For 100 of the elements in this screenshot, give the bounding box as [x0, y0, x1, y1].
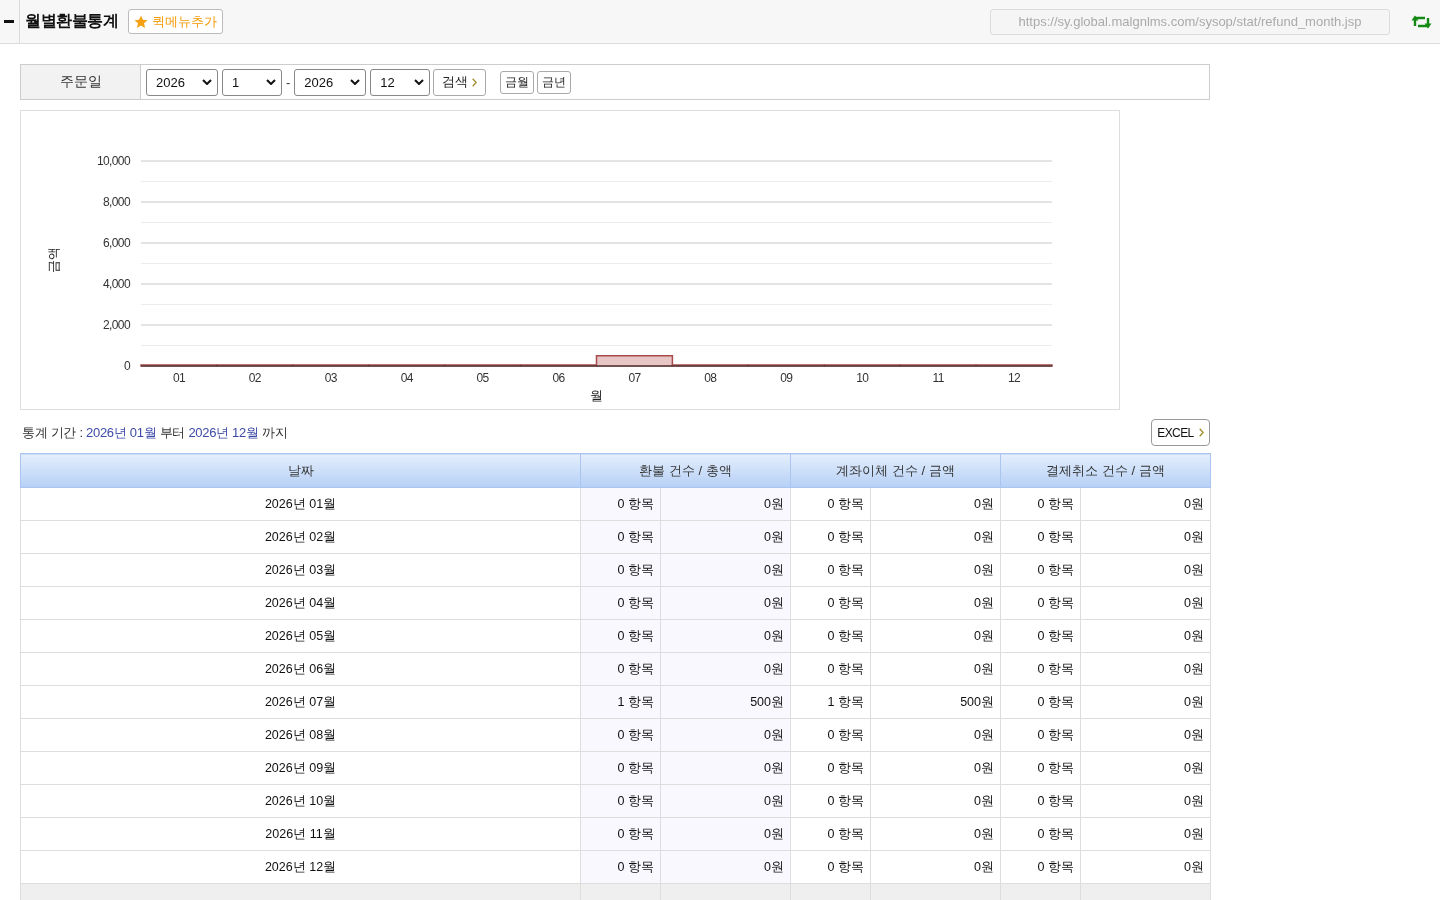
y-tick-label: 0 [123, 359, 130, 373]
table-cell: 0 항목 [580, 784, 661, 818]
table-cell: 0 항목 [790, 817, 871, 851]
table-cell: 0 항목 [790, 520, 871, 554]
table-cell: 2026년 01월 [20, 487, 581, 521]
table-cell: 0원 [660, 553, 791, 587]
order-date-label: 주문일 [21, 65, 141, 99]
table-cell: 1 항목 [790, 685, 871, 719]
table-cell: 0원 [660, 817, 791, 851]
table-cell: 0 항목 [1000, 487, 1081, 521]
table-cell: 0 항목 [1000, 619, 1081, 653]
table-cell: 500원 [870, 685, 1001, 719]
table-cell: 0 항목 [580, 487, 661, 521]
table-cell: 0 항목 [790, 718, 871, 752]
table-cell: 0 항목 [790, 652, 871, 686]
x-tick-label: 11 [932, 371, 944, 385]
x-tick-label: 08 [704, 371, 717, 385]
table-cell: 0 항목 [580, 817, 661, 851]
table-cell: 500원 [660, 685, 791, 719]
table-cell: 0 항목 [580, 586, 661, 620]
table-cell: 0 항목 [1000, 685, 1081, 719]
table-cell: 0원 [1080, 520, 1211, 554]
x-tick-label: 12 [1007, 371, 1021, 385]
table-cell: 0원 [870, 718, 1001, 752]
table-cell: 0 항목 [790, 619, 871, 653]
x-tick-label: 03 [324, 371, 337, 385]
table-cell: 0원 [1080, 817, 1211, 851]
table-cell: 0원 [660, 520, 791, 554]
table-cell: 0 항목 [790, 784, 871, 818]
table-cell: 0원 [870, 586, 1001, 620]
table-cell: 0 항목 [1000, 553, 1081, 587]
table-cell: 2026년 09월 [20, 751, 581, 785]
table-cell: 0 항목 [580, 553, 661, 587]
x-axis-title: 월 [590, 388, 603, 403]
x-tick-label: 07 [628, 371, 641, 385]
y-tick-label: 8,000 [102, 195, 130, 209]
table-cell: 0원 [660, 586, 791, 620]
table-cell: 0원 [660, 619, 791, 653]
table-cell: 0원 [660, 718, 791, 752]
table-cell: 0 항목 [1000, 817, 1081, 851]
x-tick-label: 04 [400, 371, 413, 385]
x-tick-label: 02 [248, 371, 261, 385]
x-tick-label: 06 [552, 371, 565, 385]
table-cell: 0원 [1080, 751, 1211, 785]
table-cell: 0 항목 [1000, 751, 1081, 785]
table-cell: 0원 [870, 487, 1001, 521]
x-tick-label: 05 [476, 371, 489, 385]
y-tick-label: 6,000 [102, 236, 130, 250]
table-cell: 0원 [870, 652, 1001, 686]
table-cell: 0 항목 [790, 487, 871, 521]
table-cell: 2026년 05월 [20, 619, 581, 653]
y-tick-label: 4,000 [102, 277, 130, 291]
table-cell: 0 항목 [1000, 784, 1081, 818]
table-cell: 0원 [1080, 553, 1211, 587]
table-cell: 0 항목 [580, 619, 661, 653]
page-title: 월별환불통계 [25, 11, 118, 31]
table-cell: 0 항목 [1000, 652, 1081, 686]
table-cell: 0원 [1080, 652, 1211, 686]
table-cell: 0 항목 [580, 652, 661, 686]
column-header: 환불 건수 / 총액 [580, 453, 791, 488]
table-cell: 0원 [870, 520, 1001, 554]
table-cell: 0원 [870, 553, 1001, 587]
table-cell: 2026년 12월 [20, 850, 581, 884]
table-cell: 2026년 06월 [20, 652, 581, 686]
table-cell: 0 항목 [580, 850, 661, 884]
table-cell: 0원 [1080, 784, 1211, 818]
table-cell: 0 항목 [790, 553, 871, 587]
table-cell: 0 항목 [790, 850, 871, 884]
table-cell: 0 항목 [580, 520, 661, 554]
table-cell: 2026년 04월 [20, 586, 581, 620]
table-cell: 2026년 02월 [20, 520, 581, 554]
table-cell: 0원 [870, 817, 1001, 851]
range-separator: - [286, 74, 291, 90]
table-cell: 0 항목 [1000, 718, 1081, 752]
table-cell: 2026년 10월 [20, 784, 581, 818]
table-cell: 0원 [1080, 619, 1211, 653]
table-cell: 0 항목 [790, 751, 871, 785]
column-header: 날짜 [20, 453, 581, 488]
table-cell: 0 항목 [1000, 586, 1081, 620]
column-header: 계좌이체 건수 / 금액 [790, 453, 1001, 488]
table-cell: 0 항목 [580, 718, 661, 752]
table-cell: 0원 [1080, 586, 1211, 620]
table-cell: 0원 [870, 751, 1001, 785]
table-cell: 0 항목 [790, 586, 871, 620]
table-cell: 0원 [660, 487, 791, 521]
table-cell: 0 항목 [1000, 850, 1081, 884]
table-cell: 2026년 11월 [20, 817, 581, 851]
table-cell: 0원 [870, 850, 1001, 884]
table-cell: 0 항목 [580, 751, 661, 785]
table-cell: 0원 [870, 784, 1001, 818]
table-cell: 0원 [660, 652, 791, 686]
period-text: 통계 기간 : 2026년 01월 부터 2026년 12월 까지 [22, 423, 288, 442]
table-cell: 2026년 08월 [20, 718, 581, 752]
table-cell: 0원 [660, 850, 791, 884]
x-tick-label: 01 [172, 371, 186, 385]
table-cell: 0원 [1080, 487, 1211, 521]
x-tick-label: 09 [780, 371, 793, 385]
table-cell: 0원 [1080, 718, 1211, 752]
table-cell: 0원 [660, 751, 791, 785]
y-tick-label: 2,000 [102, 318, 130, 332]
